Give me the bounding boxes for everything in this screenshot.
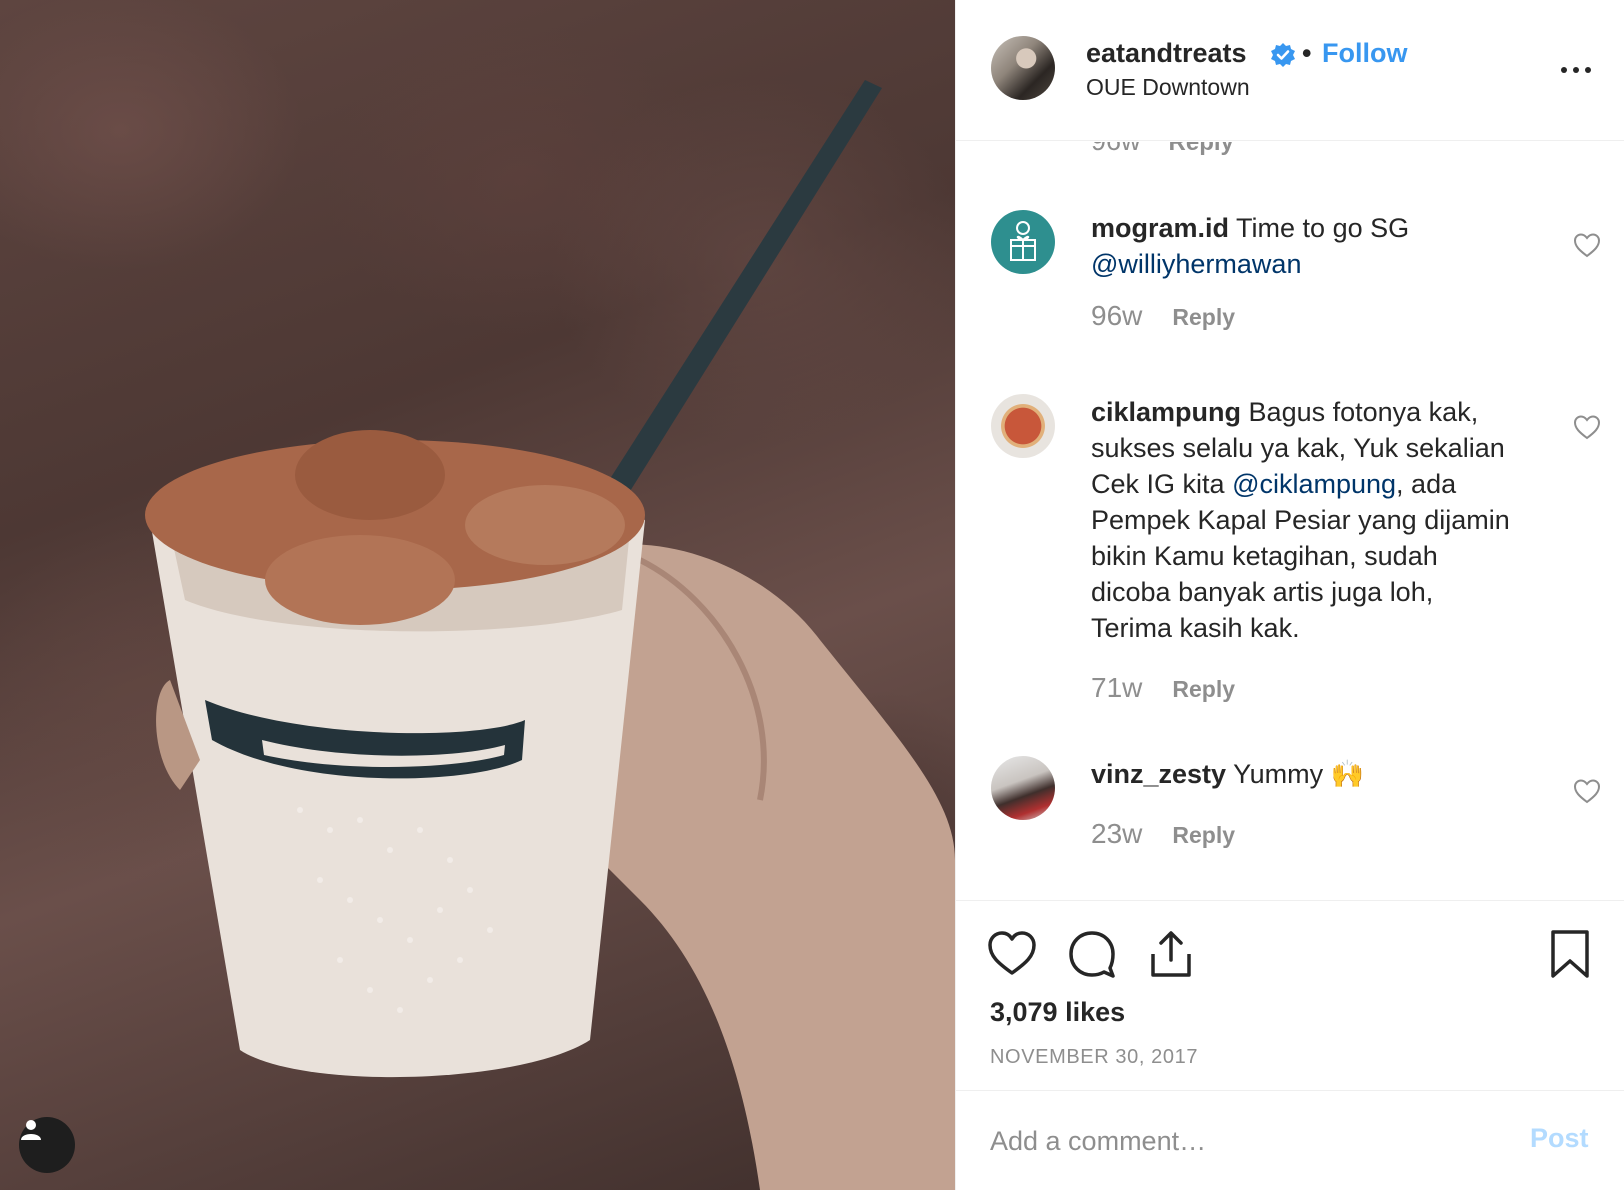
comment-age: 96w xyxy=(1091,300,1143,331)
add-comment-bar: Post xyxy=(956,1090,1624,1190)
comment-text: ciklampung Bagus fotonya kak, sukses sel… xyxy=(1091,394,1511,646)
comment-body: Time to go SG xyxy=(1236,213,1410,243)
comment-text: vinz_zesty Yummy 🙌 xyxy=(1091,756,1511,792)
reply-button[interactable]: Reply xyxy=(1172,304,1235,330)
reply-button[interactable]: Reply xyxy=(1172,676,1235,702)
more-dot xyxy=(1573,67,1579,73)
commenter-username[interactable]: ciklampung xyxy=(1091,397,1241,427)
save-bookmark-icon[interactable] xyxy=(1544,928,1596,980)
comment-age: 71w xyxy=(1091,672,1143,703)
share-upload-icon[interactable] xyxy=(1145,928,1197,980)
drink-photo-illustration xyxy=(145,80,955,1190)
comment-meta: 96w Reply xyxy=(1091,300,1235,332)
comment-mention[interactable]: @ciklampung xyxy=(1232,469,1396,499)
owner-username[interactable]: eatandtreats xyxy=(1086,38,1247,69)
person-icon xyxy=(21,1120,41,1140)
gift-person-icon xyxy=(1010,221,1036,261)
comment-age: 96w xyxy=(1091,142,1141,156)
comment-body: Yummy xyxy=(1233,759,1324,789)
like-comment-heart-icon[interactable] xyxy=(1573,232,1601,258)
reply-button[interactable]: Reply xyxy=(1172,822,1235,848)
commenter-avatar[interactable] xyxy=(991,210,1055,274)
commenter-avatar[interactable] xyxy=(991,756,1055,820)
like-comment-heart-icon[interactable] xyxy=(1573,778,1601,804)
comments-list[interactable]: 96w Reply mogram.id Time to go SG @williy… xyxy=(956,142,1624,899)
previous-comment-meta: 96w Reply xyxy=(1091,142,1234,157)
like-comment-heart-icon[interactable] xyxy=(1573,414,1601,440)
more-options-icon[interactable] xyxy=(1556,58,1596,82)
post-photo[interactable] xyxy=(0,0,955,1190)
like-heart-icon[interactable] xyxy=(986,928,1038,980)
post-location[interactable]: OUE Downtown xyxy=(1086,74,1250,101)
post-comment-button[interactable]: Post xyxy=(1530,1123,1589,1154)
comment-meta: 71w Reply xyxy=(1091,672,1235,704)
reply-button[interactable]: Reply xyxy=(1169,142,1234,156)
user-tag-button[interactable] xyxy=(19,1117,75,1173)
likes-count[interactable]: 3,079 likes xyxy=(990,997,1125,1028)
post-header: eatandtreats • Follow OUE Downtown xyxy=(956,0,1624,141)
comment-mention[interactable]: @williyhermawan xyxy=(1091,249,1301,279)
raised-hands-emoji: 🙌 xyxy=(1330,759,1365,789)
owner-avatar[interactable] xyxy=(991,36,1055,100)
post-side-panel: eatandtreats • Follow OUE Downtown 96w Re… xyxy=(955,0,1624,1190)
comment-text: mogram.id Time to go SG @williyhermawan xyxy=(1091,210,1511,282)
header-separator: • xyxy=(1302,38,1312,68)
commenter-username[interactable]: vinz_zesty xyxy=(1091,759,1226,789)
post-date[interactable]: NOVEMBER 30, 2017 xyxy=(990,1046,1198,1069)
follow-button[interactable]: Follow xyxy=(1322,38,1407,69)
comment-age: 23w xyxy=(1091,818,1143,849)
comment-bubble-icon[interactable] xyxy=(1066,928,1118,980)
commenter-username[interactable]: mogram.id xyxy=(1091,213,1229,243)
more-dot xyxy=(1585,67,1591,73)
comment-meta: 23w Reply xyxy=(1091,818,1235,850)
add-comment-input[interactable] xyxy=(990,1121,1490,1161)
verified-badge-icon xyxy=(1271,43,1295,67)
commenter-avatar[interactable] xyxy=(991,394,1055,458)
more-dot xyxy=(1561,67,1567,73)
post-actions: 3,079 likes NOVEMBER 30, 2017 xyxy=(956,900,1624,1090)
